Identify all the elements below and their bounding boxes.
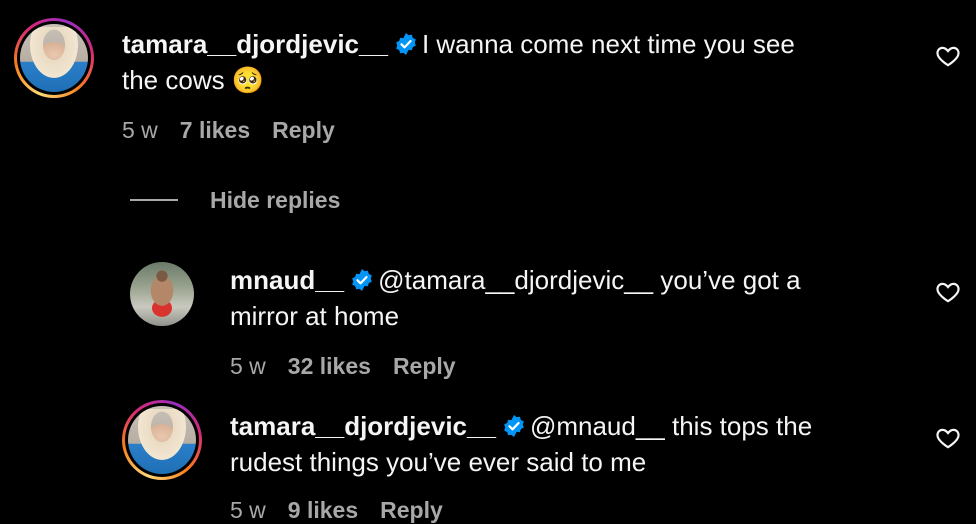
comment-body-line1: I wanna come next time you see — [421, 29, 795, 59]
heart-icon[interactable] — [935, 425, 961, 451]
mention-link[interactable]: @tamara__djordjevic__ — [378, 265, 653, 295]
comment-text: tamara__djordjevic__ I wanna come next ti… — [122, 26, 902, 98]
hide-replies-label: Hide replies — [210, 186, 341, 213]
comment-body-line1: this tops the — [671, 411, 813, 441]
heart-icon[interactable] — [935, 43, 961, 69]
comment-body-line1: you’ve got a — [660, 265, 801, 295]
comment-body-line2: mirror at home — [230, 301, 400, 331]
comment-time: 5 w — [230, 353, 266, 379]
heart-icon[interactable] — [935, 279, 961, 305]
comment-meta: 5 w 9 likes Reply — [230, 497, 465, 524]
hide-replies-button[interactable]: Hide replies — [130, 184, 340, 216]
comment-meta: 5 w 32 likes Reply — [230, 353, 478, 380]
comment-time: 5 w — [122, 117, 158, 143]
reply-item: mnaud__ @tamara__djordjevic__ you’ve got … — [0, 250, 976, 390]
likes-count[interactable]: 32 likes — [288, 353, 371, 379]
verified-badge-icon — [352, 269, 372, 291]
comment-body-line2: the cows 🥺 — [122, 65, 265, 95]
comment-username[interactable]: mnaud__ — [230, 265, 344, 295]
reply-button[interactable]: Reply — [272, 117, 335, 143]
avatar[interactable] — [14, 18, 94, 98]
divider — [130, 199, 178, 201]
reply-item: tamara__djordjevic__ @mnaud__ this tops t… — [0, 396, 976, 523]
likes-count[interactable]: 7 likes — [180, 117, 250, 143]
comment-time: 5 w — [230, 497, 266, 523]
comment-username[interactable]: tamara__djordjevic__ — [230, 411, 496, 441]
likes-count[interactable]: 9 likes — [288, 497, 358, 523]
comment-text: tamara__djordjevic__ @mnaud__ this tops t… — [230, 408, 910, 480]
comment-username[interactable]: tamara__djordjevic__ — [122, 29, 388, 59]
comment-meta: 5 w 7 likes Reply — [122, 117, 357, 144]
avatar[interactable] — [130, 262, 194, 326]
comment-item: tamara__djordjevic__ I wanna come next ti… — [0, 0, 976, 170]
verified-badge-icon — [396, 33, 416, 55]
comment-body-line2: rudest things you’ve ever said to me — [230, 447, 647, 477]
reply-button[interactable]: Reply — [393, 353, 456, 379]
mention-link[interactable]: @mnaud__ — [530, 411, 665, 441]
reply-button[interactable]: Reply — [380, 497, 443, 523]
verified-badge-icon — [504, 415, 524, 437]
comment-text: mnaud__ @tamara__djordjevic__ you’ve got … — [230, 262, 910, 334]
avatar[interactable] — [122, 400, 202, 480]
